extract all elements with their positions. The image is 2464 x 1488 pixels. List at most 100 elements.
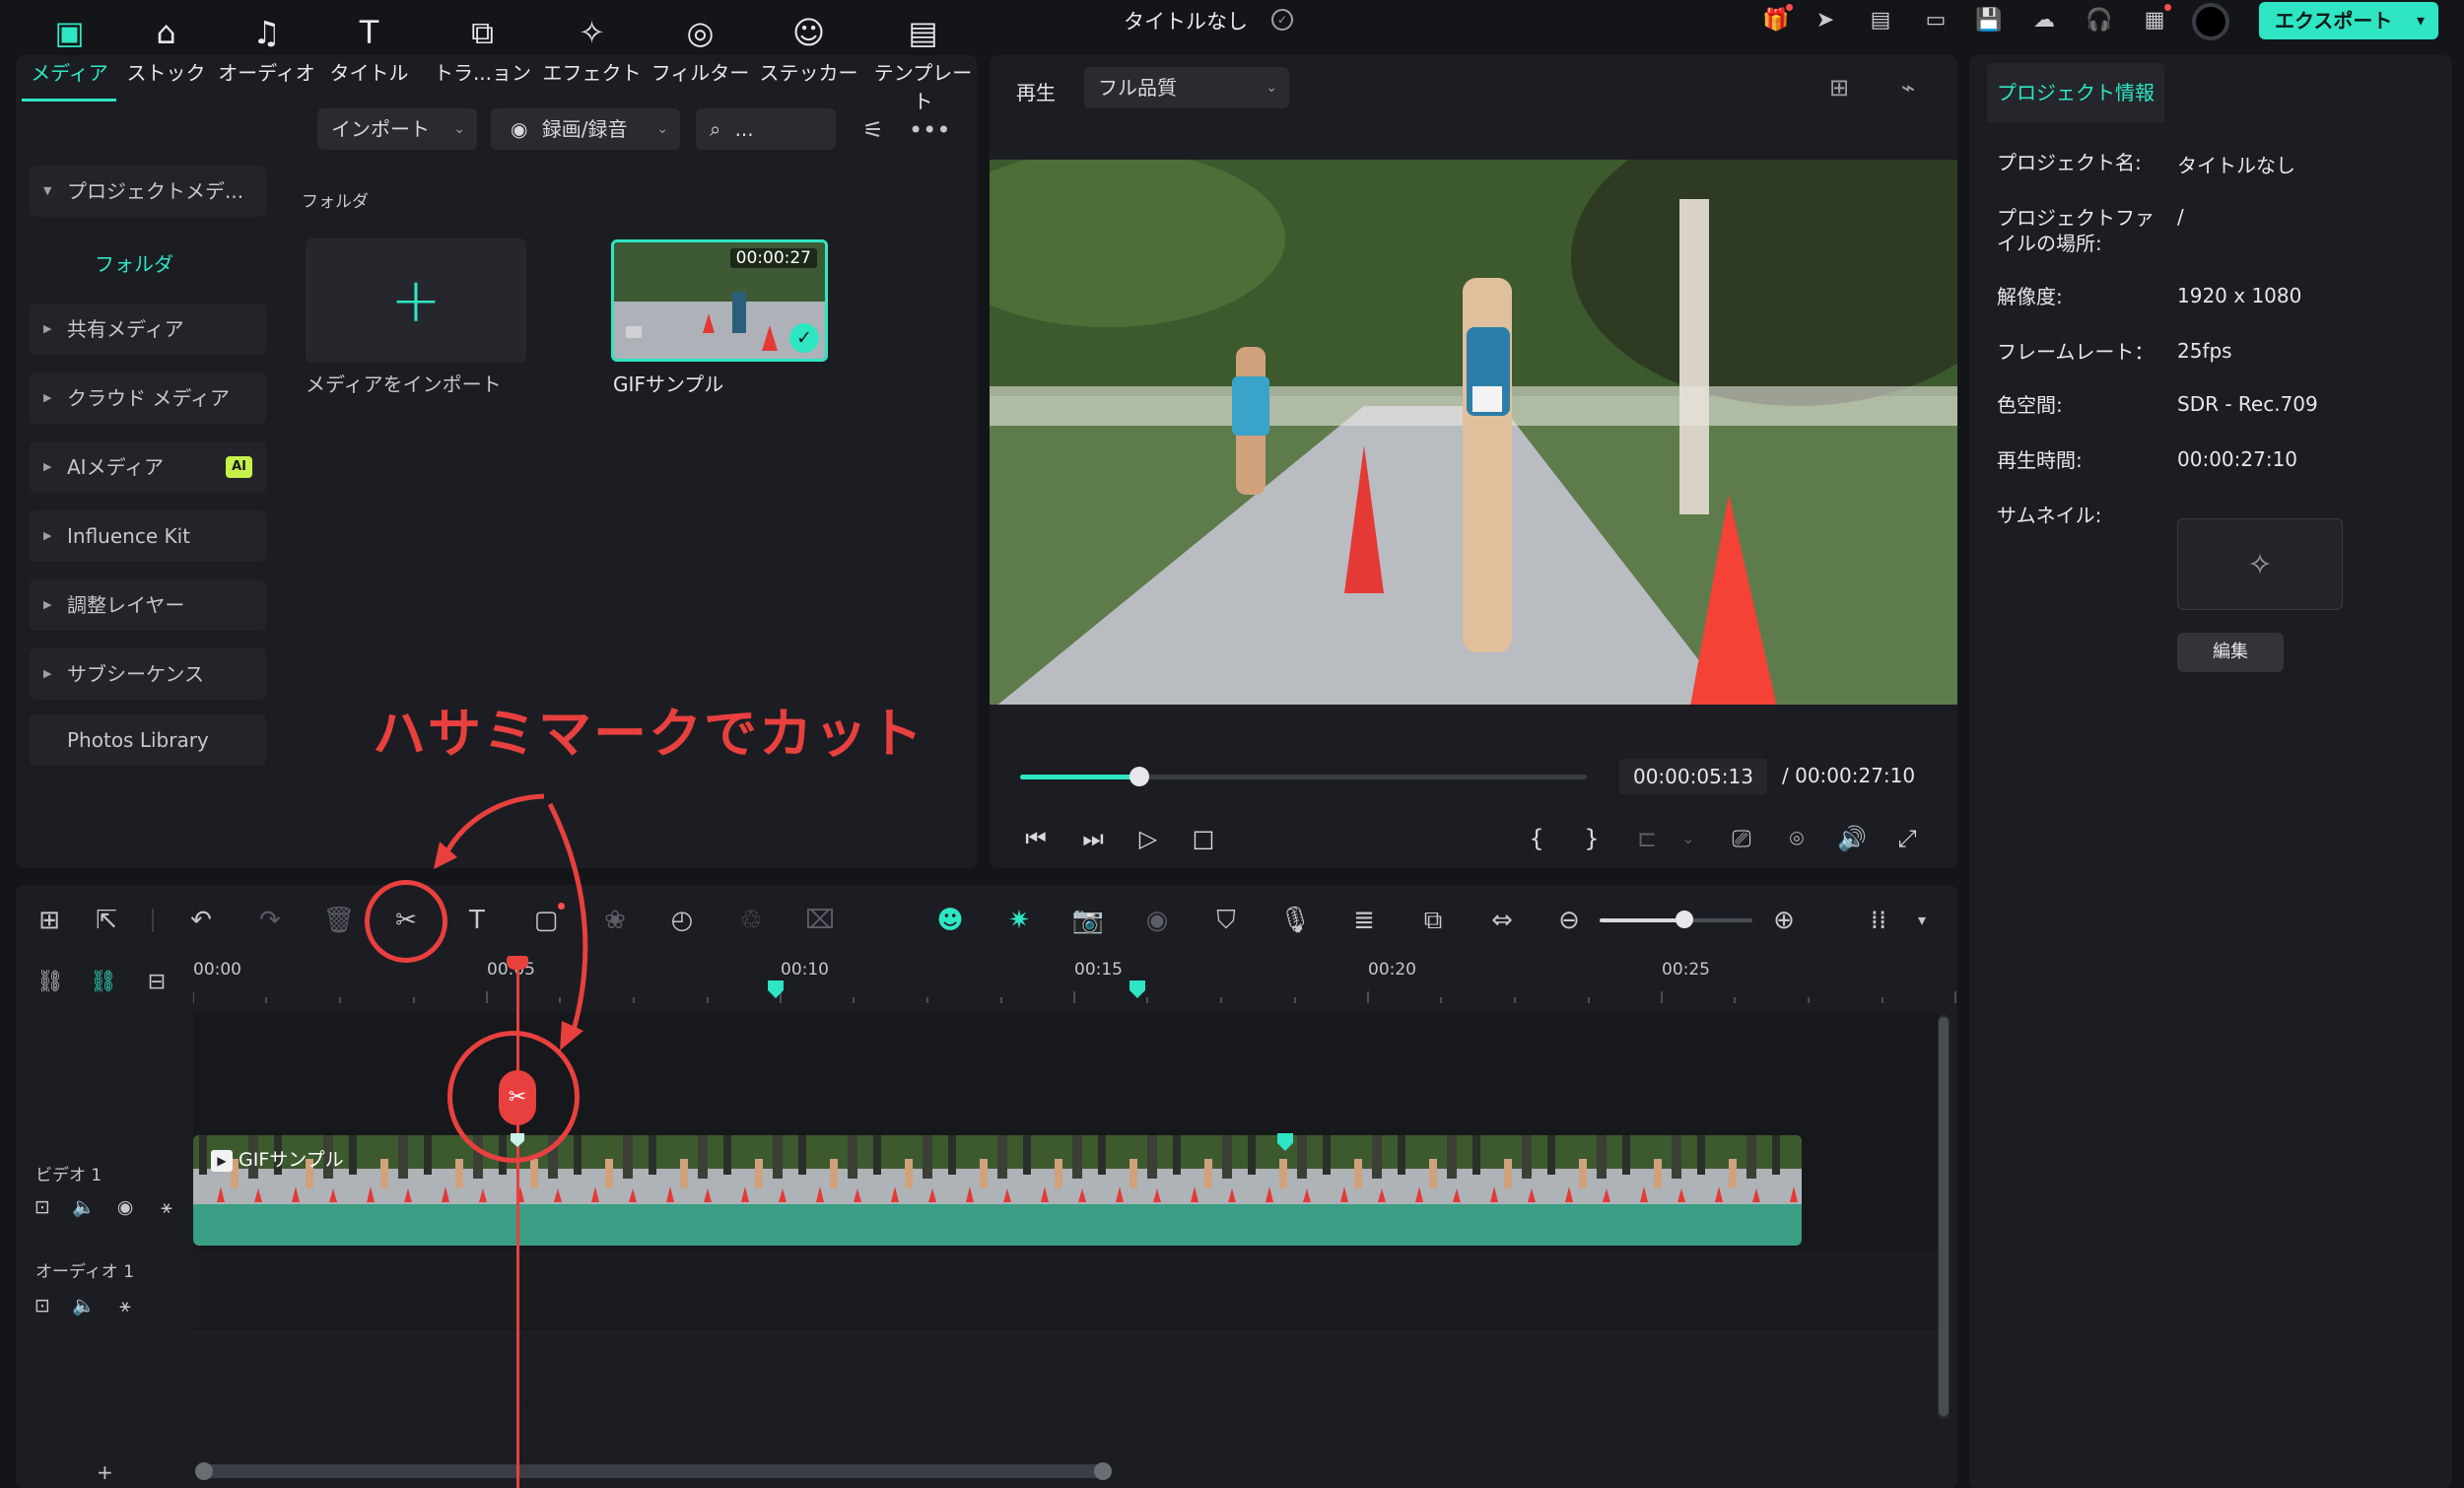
link-icon[interactable]: ⛓ xyxy=(89,968,118,997)
tab-effect[interactable]: ✧ エフェクト xyxy=(540,8,644,86)
audio-track-row[interactable] xyxy=(193,1250,1940,1328)
volume-icon[interactable]: 🔈 xyxy=(69,1291,99,1320)
next-frame-icon[interactable]: ⏭ xyxy=(1076,822,1110,855)
tab-transition[interactable]: ⧉ トラ...ョン xyxy=(431,8,534,86)
prev-frame-icon[interactable]: ⏮ xyxy=(1019,822,1053,855)
unlink-icon[interactable]: ⛓ xyxy=(35,968,65,997)
snapshot-icon[interactable]: ⌾ xyxy=(1780,822,1814,855)
tab-title[interactable]: T タイトル xyxy=(317,8,421,86)
playhead-handle[interactable] xyxy=(507,956,528,970)
import-dropdown[interactable]: インポート ⌄ xyxy=(317,108,477,150)
sidebar-item-cloud-media[interactable]: ▶ クラウド メディア xyxy=(30,372,266,424)
render-icon[interactable]: ◉ xyxy=(1139,899,1175,942)
ai-mate-icon[interactable]: ☻ xyxy=(932,899,968,942)
tab-stock[interactable]: ⌂ ストック xyxy=(114,8,218,86)
ai-tool-icon[interactable]: ◴ xyxy=(664,899,700,942)
edit-thumbnail-button[interactable]: 編集 xyxy=(2177,633,2284,672)
send-icon[interactable]: ➤ xyxy=(1810,6,1841,35)
horizontal-scrollbar[interactable] xyxy=(197,1464,1109,1478)
timeline-clip[interactable]: ▶ GIFサンプル xyxy=(193,1135,1802,1246)
zoom-slider-handle[interactable] xyxy=(1676,911,1693,928)
stop-icon[interactable]: □ xyxy=(1187,822,1220,855)
microphone-icon[interactable]: 🎙 xyxy=(1277,899,1313,942)
redo-icon[interactable]: ↷ xyxy=(252,899,288,942)
auto-highlight-icon[interactable]: ✷ xyxy=(1001,899,1037,942)
zoom-out-icon[interactable]: ⊖ xyxy=(1551,899,1587,942)
scrollbar-handle-left[interactable] xyxy=(195,1462,213,1480)
delete-icon[interactable]: 🗑 xyxy=(321,899,357,942)
tab-template[interactable]: ▤ テンプレート xyxy=(871,8,975,114)
waveform-icon[interactable]: ⌁ xyxy=(1890,73,1926,102)
track-height-icon[interactable]: ⁞⁞ xyxy=(1861,899,1896,942)
track-manager-icon[interactable]: ⊟ xyxy=(142,968,171,997)
subtitle-icon[interactable]: ▤ xyxy=(1865,6,1896,35)
color-icon[interactable]: ❀ xyxy=(597,899,633,942)
media-thumbnail-gif[interactable]: 00:00:27 ✓ xyxy=(611,239,828,362)
chevron-down-icon[interactable]: ▾ xyxy=(2417,2,2425,39)
fit-width-icon[interactable]: ⇔ xyxy=(1484,899,1520,942)
import-media-label: メディアをインポート xyxy=(306,372,502,396)
volume-icon[interactable]: 🔈 xyxy=(69,1192,99,1222)
more-options-icon[interactable]: ••• xyxy=(909,112,950,148)
text-tool-icon[interactable]: T xyxy=(459,899,495,942)
tab-filter[interactable]: ◎ フィルター xyxy=(649,8,752,86)
audio-list-icon[interactable]: ≣ xyxy=(1346,899,1382,942)
export-button[interactable]: エクスポート ▾ xyxy=(2259,2,2438,39)
volume-icon[interactable]: 🔊 xyxy=(1835,822,1869,855)
layout-grid-icon[interactable]: ⊞ xyxy=(32,899,67,942)
current-timecode[interactable]: 00:00:05:13 xyxy=(1619,759,1767,794)
layout-icon[interactable]: ▭ xyxy=(1920,6,1951,35)
select-tool-icon[interactable]: ⇱ xyxy=(89,899,124,942)
magic-wand-icon[interactable]: ⚹ xyxy=(110,1291,140,1320)
grid-view-icon[interactable]: ⊞ xyxy=(1821,73,1857,102)
headset-icon[interactable]: 🎧 xyxy=(2084,6,2115,35)
sidebar-item-ai-media[interactable]: ▶ AIメディア AI xyxy=(30,441,266,493)
quality-dropdown[interactable]: フル品質 ⌄ xyxy=(1084,67,1289,108)
chevron-down-icon[interactable]: ⌄ xyxy=(1672,822,1705,855)
scrubber-handle[interactable] xyxy=(1129,767,1149,786)
tab-audio[interactable]: ♫ オーディオ xyxy=(215,8,318,86)
magic-wand-icon[interactable]: ⚹ xyxy=(152,1192,181,1222)
undo-icon[interactable]: ↶ xyxy=(183,899,219,942)
shield-icon[interactable]: ⛉ xyxy=(1208,899,1244,942)
sidebar-item-adjustment-layer[interactable]: ▶ 調整レイヤー xyxy=(30,579,266,631)
vertical-scrollbar-thumb[interactable] xyxy=(1939,1017,1949,1416)
user-avatar[interactable] xyxy=(2192,3,2229,40)
sidebar-item-shared-media[interactable]: ▶ 共有メディア xyxy=(30,304,266,355)
filter-sort-icon[interactable]: ⚟ xyxy=(854,112,893,148)
speech-icon[interactable]: ♲ xyxy=(733,899,769,942)
camera-ai-icon[interactable]: 📷 xyxy=(1070,899,1106,942)
insert-icon[interactable]: ⊏ xyxy=(1630,822,1664,855)
lock-icon[interactable]: ⊡ xyxy=(28,1192,57,1222)
clip-filmstrip xyxy=(193,1135,1802,1204)
sidebar-item-folder[interactable]: フォルダ xyxy=(95,248,173,277)
mark-out-icon[interactable]: } xyxy=(1575,822,1608,855)
lock-icon[interactable]: ⊡ xyxy=(28,1291,57,1320)
sidebar-item-subsequence[interactable]: ▶ サブシーケンス xyxy=(30,648,266,700)
timeline-ruler[interactable]: 00:00 00:05 00:10 00:15 00:20 00:25 xyxy=(193,954,1957,1005)
duplicate-icon[interactable]: ⧉ xyxy=(1415,899,1451,942)
eye-icon[interactable]: ◉ xyxy=(110,1192,140,1222)
tab-project-info[interactable]: プロジェクト情報 xyxy=(1987,63,2164,122)
thumbnail-preview[interactable]: ✧ xyxy=(2177,518,2343,610)
sidebar-item-photos-library[interactable]: Photos Library xyxy=(30,714,266,766)
fullscreen-icon[interactable]: ⤢ xyxy=(1890,822,1924,855)
save-icon[interactable]: 💾 xyxy=(1973,6,2005,35)
mark-in-icon[interactable]: { xyxy=(1520,822,1553,855)
search-input[interactable]: ⌕ ... xyxy=(696,108,836,150)
play-icon[interactable]: ▷ xyxy=(1131,822,1165,855)
display-icon[interactable]: ⎚ xyxy=(1725,822,1758,855)
sidebar-item-influence-kit[interactable]: ▶ Influence Kit xyxy=(30,510,266,562)
record-dropdown[interactable]: ◉ 録画/録音 ⌄ xyxy=(491,108,680,150)
zoom-in-icon[interactable]: ⊕ xyxy=(1766,899,1802,942)
import-media-tile[interactable]: + xyxy=(306,238,526,363)
scrollbar-handle-right[interactable] xyxy=(1094,1462,1112,1480)
tab-media[interactable]: ▣ メディア xyxy=(18,8,121,86)
add-track-button[interactable]: + xyxy=(97,1460,113,1484)
chevron-down-icon[interactable]: ▾ xyxy=(1904,899,1940,942)
translate-icon[interactable]: ⌧ xyxy=(802,899,838,942)
tab-sticker[interactable]: ☺ ステッカー xyxy=(757,8,860,86)
playhead-split-button[interactable]: ✂ xyxy=(499,1070,536,1125)
cloud-upload-icon[interactable]: ☁ xyxy=(2028,6,2060,35)
sidebar-item-project-media[interactable]: ▼ プロジェクトメデ... xyxy=(30,166,266,217)
